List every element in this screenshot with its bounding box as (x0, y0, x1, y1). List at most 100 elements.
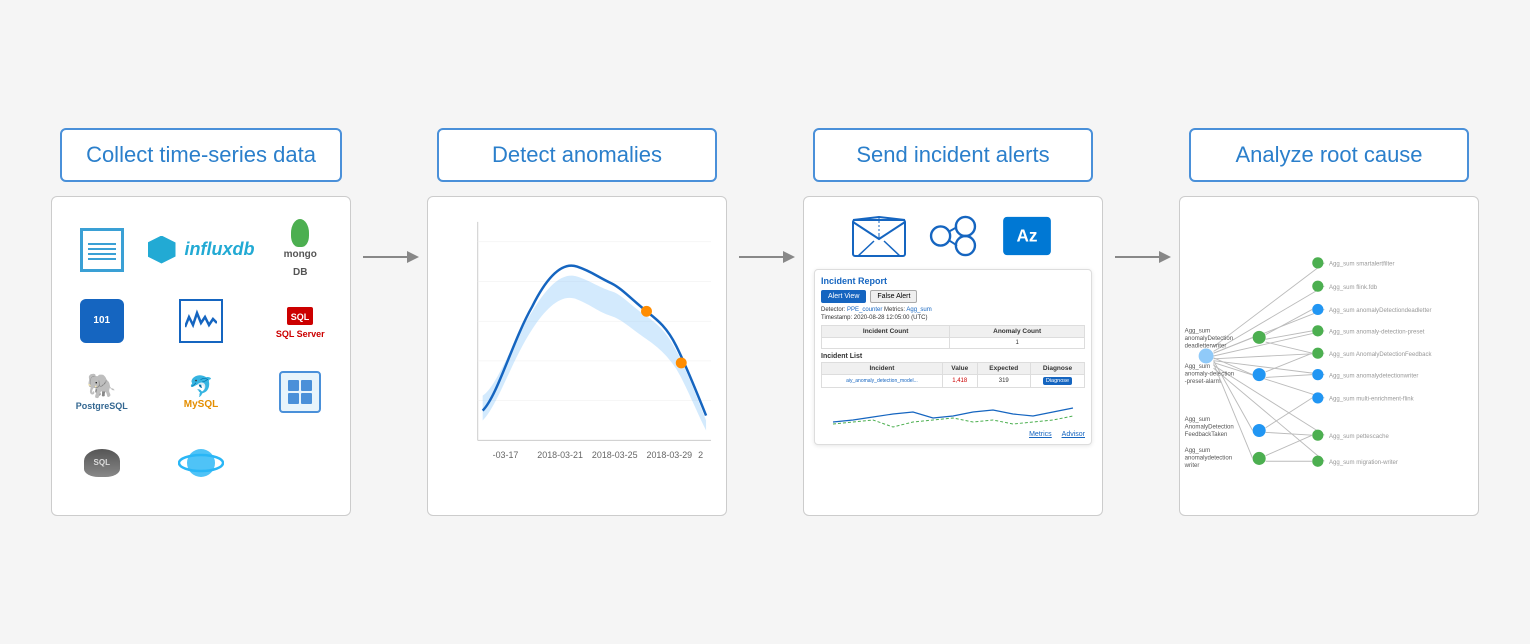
mini-links: Metrics Advisor (821, 431, 1085, 438)
svg-text:Agg_sum pettescache: Agg_sum pettescache (1329, 434, 1389, 440)
hbase-svg (286, 378, 314, 406)
incident-report-title: Incident Report (821, 276, 1085, 286)
step-rootcause-label: Analyze root cause (1235, 142, 1422, 167)
email-icon (852, 215, 906, 257)
svg-text:deadletterwriter: deadletterwriter (1185, 344, 1227, 350)
logo-mysql: 🐬 MySQL (148, 364, 255, 419)
svg-text:Agg_sum: Agg_sum (1185, 364, 1211, 370)
arrow-2 (727, 242, 803, 272)
incident-timestamp: Timestamp: 2020-08-28 12:05:00 (UTC) (821, 315, 1085, 321)
svg-text:Agg_sum anomaly-detection-pres: Agg_sum anomaly-detection-preset (1329, 330, 1425, 336)
logo-101db: 101 (72, 293, 132, 348)
influxdb-text: influxdb (185, 239, 255, 260)
metric-name: Agg_sum (906, 307, 931, 313)
list-col-diagnose: Diagnose (1030, 363, 1084, 375)
metrics-link[interactable]: Metrics (1029, 431, 1052, 438)
mysql-icon: 🐬 (189, 374, 214, 399)
svg-text:anomaly-detection: anomaly-detection (1185, 372, 1234, 378)
influxdb-icon (148, 236, 176, 264)
svg-text:AnomalyDetection: AnomalyDetection (1185, 425, 1234, 431)
incident-count-val (822, 338, 950, 349)
svg-text:Az: Az (1017, 226, 1038, 246)
step-detect-content: -03-17 2018-03-21 2018-03-25 2018-03-29 … (427, 196, 727, 516)
arrow-1-svg (359, 242, 419, 272)
alert-view-button[interactable]: Alert View (821, 290, 866, 303)
sqlserver-text: SQL Server (276, 329, 325, 339)
svg-text:2018-03-21: 2018-03-21 (537, 450, 583, 460)
logos-grid: influxdb mongo DB 101 (52, 202, 350, 510)
svg-text:Agg_sum AnomalyDetectionFeedba: Agg_sum AnomalyDetectionFeedback (1329, 352, 1432, 358)
anomaly-count-val: 1 (950, 338, 1085, 349)
svg-text:2: 2 (698, 450, 703, 460)
list-col-value: Value (942, 363, 977, 375)
svg-text:Agg_sum flink.fdb: Agg_sum flink.fdb (1329, 285, 1378, 291)
pipeline-container: Collect time-series data influxdb mongo (0, 88, 1530, 556)
svg-text:Agg_sum anomalydetectionwriter: Agg_sum anomalydetectionwriter (1329, 373, 1418, 379)
mongodb-wrap: mongo DB (284, 219, 317, 280)
incident-table: Incident Count Anomaly Count 1 (821, 325, 1085, 349)
rootcause-graph: Agg_sum smartalertfilter Agg_sum flink.f… (1180, 197, 1478, 515)
step-alerts-label-box: Send incident alerts (813, 128, 1093, 182)
logo-hbase (271, 364, 331, 419)
wavefront-icon (179, 299, 223, 343)
svg-text:2018-03-29: 2018-03-29 (647, 450, 693, 460)
logo-influxdb: influxdb (148, 222, 255, 277)
svg-text:Agg_sum: Agg_sum (1185, 448, 1211, 454)
incident-detector-info: Detector: PPE_counter Metrics: Agg_sum (821, 307, 1085, 313)
logo-postgresql: 🐘 PostgreSQL (72, 364, 132, 419)
false-alert-button[interactable]: False Alert (870, 290, 917, 303)
step-detect: Detect anomalies (427, 128, 727, 516)
svg-text:-preset-alarm: -preset-alarm (1185, 379, 1221, 385)
arrow-3 (1103, 242, 1179, 272)
alert-icons-row: Az (852, 215, 1054, 257)
mysql-text: MySQL (184, 399, 218, 410)
anomaly-chart: -03-17 2018-03-21 2018-03-25 2018-03-29 … (428, 197, 726, 515)
logo-wavefront (148, 293, 255, 348)
arrow-1 (351, 242, 427, 272)
detector-name: PPE_counter (847, 307, 882, 313)
svg-text:anomalyDetection: anomalyDetection (1185, 336, 1233, 342)
incident-btn-row[interactable]: Alert View False Alert (821, 290, 1085, 303)
arrow-3-svg (1111, 242, 1171, 272)
step-collect: Collect time-series data influxdb mongo (51, 128, 351, 516)
svg-text:-03-17: -03-17 (493, 450, 519, 460)
sqlserver-svg: SQL (285, 303, 315, 329)
col-incident-count: Incident Count (822, 326, 950, 338)
step-rootcause: Analyze root cause (1179, 128, 1479, 516)
hbase-icon (279, 371, 321, 413)
cosmosdb-icon (178, 443, 224, 483)
step-collect-label-box: Collect time-series data (60, 128, 342, 182)
mini-chart-svg (821, 392, 1085, 432)
grafana-icon (80, 228, 124, 272)
azure-icon: Az (1000, 215, 1054, 257)
step-collect-label: Collect time-series data (86, 142, 316, 167)
logo-grafana (72, 222, 132, 277)
sql-barrel-icon: SQL (84, 449, 120, 477)
101db-icon: 101 (80, 299, 124, 343)
svg-text:anomalydetection: anomalydetection (1185, 455, 1232, 461)
svg-text:Agg_sum: Agg_sum (1185, 417, 1211, 423)
logo-cosmosdb (148, 435, 255, 490)
incident-expected: 319 (977, 375, 1030, 388)
step-alerts-content: Az Incident Report Alert View False Aler… (803, 196, 1103, 516)
svg-text:Agg_sum migration-writer: Agg_sum migration-writer (1329, 460, 1398, 466)
step-detect-label-box: Detect anomalies (437, 128, 717, 182)
svg-text:Agg_sum smartalertfilter: Agg_sum smartalertfilter (1329, 262, 1395, 268)
svg-text:Agg_sum anomalyDetectiondeadle: Agg_sum anomalyDetectiondeadletter (1329, 308, 1432, 314)
incident-list-table: Incident Value Expected Diagnose aiy_ano… (821, 362, 1085, 388)
svg-text:2018-03-25: 2018-03-25 (592, 450, 638, 460)
arrow-2-svg (735, 242, 795, 272)
step-rootcause-content: Agg_sum smartalertfilter Agg_sum flink.f… (1179, 196, 1479, 516)
step-detect-label: Detect anomalies (492, 142, 662, 167)
postgresql-text: PostgreSQL (76, 401, 128, 411)
list-col-expected: Expected (977, 363, 1030, 375)
svg-text:SQL: SQL (291, 312, 310, 322)
step-rootcause-label-box: Analyze root cause (1189, 128, 1469, 182)
incident-container: Az Incident Report Alert View False Aler… (804, 197, 1102, 515)
step-collect-content: influxdb mongo DB 101 (51, 196, 351, 516)
diagnose-button[interactable]: Diagnose (1043, 377, 1072, 385)
logo-mongodb: mongo DB (271, 222, 331, 277)
incident-report-box: Incident Report Alert View False Alert D… (814, 269, 1092, 445)
advisor-link[interactable]: Advisor (1062, 431, 1085, 438)
incident-list-title: Incident List (821, 353, 1085, 360)
